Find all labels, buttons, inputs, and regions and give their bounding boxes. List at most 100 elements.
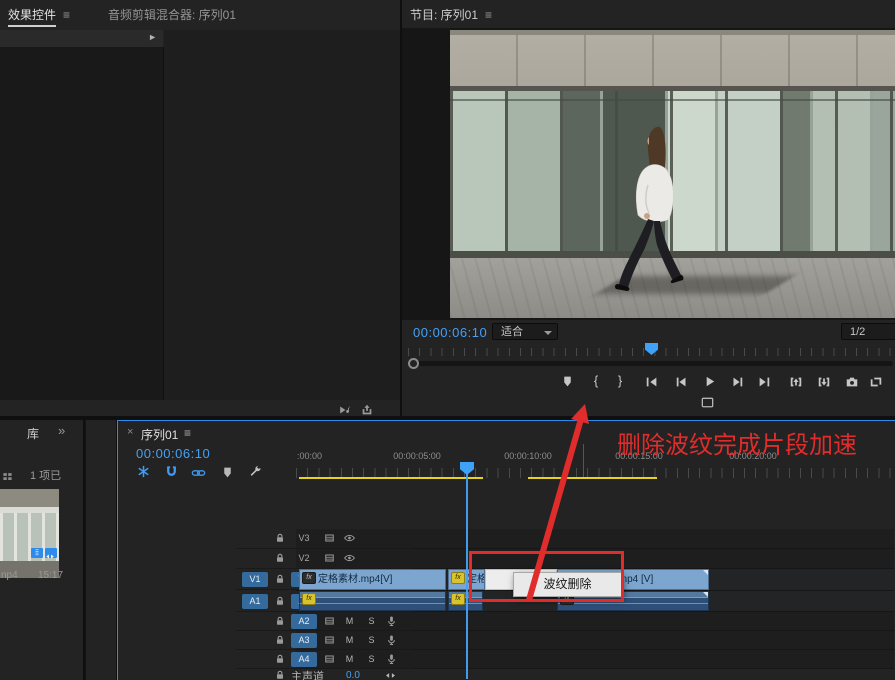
clip-caption: np4 xyxy=(1,570,18,581)
snap-toggle[interactable] xyxy=(164,463,179,481)
master-track-label: 主声道 xyxy=(291,668,324,680)
track-visibility-eye-icon[interactable] xyxy=(343,530,356,548)
tab-sequence-01[interactable]: 序列01 xyxy=(141,426,178,443)
track-lock-icon[interactable] xyxy=(274,592,286,610)
effect-controls-timeline-area[interactable] xyxy=(164,30,400,400)
step-back-button[interactable] xyxy=(672,373,692,389)
sync-lock-icon[interactable] xyxy=(323,550,336,568)
list-view-icon[interactable] xyxy=(2,468,13,486)
panel-menu-icon[interactable]: ≡ xyxy=(63,8,70,22)
tab-library[interactable]: 库 xyxy=(27,425,39,442)
effect-controls-header: ► xyxy=(0,30,163,48)
clip-v1-a[interactable]: fx定格素材.mp4[V] xyxy=(299,569,446,590)
program-panel-title[interactable]: 节目: 序列01 xyxy=(410,8,478,22)
track-target-a4[interactable]: A4 xyxy=(291,652,317,667)
track-lock-icon[interactable] xyxy=(274,612,286,630)
chevron-down-icon xyxy=(544,331,552,335)
add-marker-button[interactable] xyxy=(221,464,234,482)
source-patch-a1[interactable]: A1 xyxy=(242,594,268,609)
thumbnail-badge-2 xyxy=(45,548,57,558)
track-target-a2[interactable]: A2 xyxy=(291,614,317,629)
track-lock-icon[interactable] xyxy=(274,530,286,548)
comparison-view-button[interactable] xyxy=(866,373,886,389)
premiere-pro-window: 效果控件 ≡ 音频剪辑混合器: 序列01 ► 节目: 序列01 ≡ xyxy=(0,0,895,680)
show-timeline-arrow-icon[interactable]: ► xyxy=(148,32,157,42)
nest-sequence-toggle[interactable] xyxy=(136,463,151,481)
program-monitor-panel: 节目: 序列01 ≡ xyxy=(402,0,895,416)
program-scrollbar-knob[interactable] xyxy=(408,358,419,369)
track-target-v3[interactable]: V3 xyxy=(291,531,317,546)
source-patch-v1[interactable]: V1 xyxy=(242,572,268,587)
extract-button[interactable] xyxy=(814,373,834,389)
voiceover-mic-icon[interactable] xyxy=(385,631,398,649)
mute-button[interactable]: M xyxy=(343,634,356,647)
solo-button[interactable]: S xyxy=(365,653,378,666)
solo-button[interactable]: S xyxy=(365,615,378,628)
sync-lock-icon[interactable] xyxy=(323,650,336,668)
monitor-background xyxy=(402,28,895,320)
video-frame[interactable] xyxy=(450,30,895,318)
track-lock-icon[interactable] xyxy=(274,631,286,649)
play-button[interactable] xyxy=(699,373,719,389)
timeline-settings-wrench-icon[interactable] xyxy=(248,463,263,481)
mark-out-button[interactable]: } xyxy=(610,373,630,389)
clip-thumbnail[interactable]: ⣿ xyxy=(0,489,59,578)
thumbnail-badge-1: ⣿ xyxy=(31,548,43,558)
zoom-level-select[interactable]: 适合 xyxy=(492,323,558,340)
track-lock-icon[interactable] xyxy=(274,550,286,568)
clip-a1-a[interactable]: fx xyxy=(299,591,446,611)
track-lock-icon[interactable] xyxy=(274,667,286,680)
fx-badge[interactable]: fx xyxy=(451,572,465,584)
track-header-v2: V2 xyxy=(236,549,413,569)
panel-menu-icon[interactable]: ≡ xyxy=(485,8,492,22)
track-header-v3: V3 xyxy=(236,529,413,549)
mark-in-button[interactable]: { xyxy=(586,373,606,389)
tab-effect-controls[interactable]: 效果控件 xyxy=(8,8,56,27)
library-panel: 库 » 1 项已 ⣿ np4 15:17 xyxy=(0,420,83,680)
program-scrollbar[interactable] xyxy=(410,361,893,366)
mute-button[interactable]: M xyxy=(343,615,356,628)
walking-person xyxy=(600,123,715,318)
timeline-playhead-line[interactable] xyxy=(466,463,468,679)
master-level-value[interactable]: 0.0 xyxy=(346,670,360,680)
solo-button[interactable]: S xyxy=(365,634,378,647)
track-target-v2[interactable]: V2 xyxy=(291,551,317,566)
mute-button[interactable]: M xyxy=(343,653,356,666)
lift-button[interactable] xyxy=(786,373,806,389)
sync-lock-icon[interactable] xyxy=(323,631,336,649)
program-timecode[interactable]: 00:00:06:10 xyxy=(413,325,487,340)
effect-controls-panel: 效果控件 ≡ 音频剪辑混合器: 序列01 ► xyxy=(0,0,400,416)
fx-badge[interactable]: fx xyxy=(302,593,316,605)
track-target-a3[interactable]: A3 xyxy=(291,633,317,648)
playback-resolution-select[interactable]: 1/2 xyxy=(841,323,895,340)
clip-duration: 15:17 xyxy=(38,570,63,581)
fx-badge[interactable]: fx xyxy=(451,593,465,605)
timeline-timecode[interactable]: 00:00:06:10 xyxy=(136,446,210,461)
fx-badge[interactable]: fx xyxy=(302,572,316,584)
voiceover-mic-icon[interactable] xyxy=(385,650,398,668)
play-audio-button[interactable] xyxy=(338,401,352,419)
track-visibility-eye-icon[interactable] xyxy=(343,550,356,568)
voiceover-mic-icon[interactable] xyxy=(385,612,398,630)
go-to-out-button[interactable] xyxy=(754,373,774,389)
add-marker-button[interactable] xyxy=(557,373,577,389)
tab-audio-clip-mixer[interactable]: 音频剪辑混合器: 序列01 xyxy=(108,6,236,23)
track-lock-icon[interactable] xyxy=(274,570,286,588)
tools-panel: T xyxy=(85,420,116,680)
panel-menu-icon[interactable]: ≡ xyxy=(184,426,191,440)
step-forward-button[interactable] xyxy=(727,373,747,389)
sync-lock-icon[interactable] xyxy=(323,612,336,630)
export-frame-button[interactable] xyxy=(842,373,862,389)
panel-expand-icon[interactable]: » xyxy=(58,423,65,438)
close-panel-button[interactable]: × xyxy=(127,426,133,438)
fit-timeline-icon[interactable] xyxy=(384,667,397,680)
track-lock-icon[interactable] xyxy=(274,650,286,668)
render-bar-segment xyxy=(299,477,483,479)
go-to-in-button[interactable] xyxy=(642,373,662,389)
sync-lock-icon[interactable] xyxy=(323,530,336,548)
effect-controls-list-area[interactable] xyxy=(0,47,164,400)
track-header-a3: A3 M S xyxy=(236,631,413,650)
safe-margins-button[interactable] xyxy=(699,394,716,412)
export-icon[interactable] xyxy=(360,401,374,419)
linked-selection-toggle[interactable] xyxy=(191,464,206,482)
